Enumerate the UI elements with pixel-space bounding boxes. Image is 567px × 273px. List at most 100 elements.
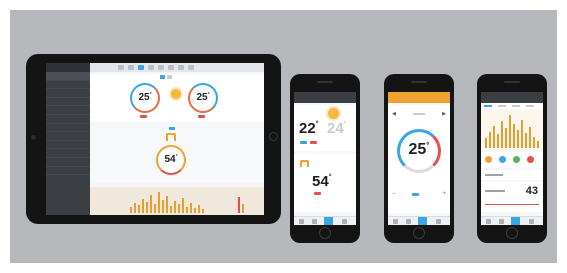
summary-panel: 43 bbox=[481, 182, 543, 212]
mode-toggle[interactable] bbox=[169, 127, 175, 130]
segment-tab[interactable] bbox=[512, 105, 520, 107]
tab-item[interactable] bbox=[486, 219, 491, 224]
toolbar-tab[interactable] bbox=[188, 65, 194, 70]
date-selector[interactable] bbox=[481, 170, 543, 180]
tablet-home-button[interactable] bbox=[269, 132, 278, 141]
tab-item-active[interactable] bbox=[418, 217, 427, 225]
toolbar-tab[interactable] bbox=[128, 65, 134, 70]
tab-item[interactable] bbox=[436, 219, 441, 224]
sidebar-item[interactable] bbox=[46, 158, 90, 167]
chart-bar bbox=[238, 197, 241, 213]
tab-item[interactable] bbox=[393, 219, 398, 224]
phone-home-button[interactable] bbox=[319, 227, 331, 239]
chart-bar bbox=[537, 141, 540, 148]
chart-bar bbox=[497, 134, 500, 148]
summary-label bbox=[485, 190, 505, 192]
sun-icon bbox=[171, 89, 181, 99]
chart-bar bbox=[190, 203, 193, 213]
tab-item[interactable] bbox=[529, 219, 534, 224]
sidebar-item[interactable] bbox=[46, 141, 90, 150]
chart-bar bbox=[154, 204, 157, 213]
top-toolbar bbox=[90, 63, 264, 72]
phone-3-screen: 43 bbox=[481, 92, 543, 225]
device-icon-row bbox=[481, 152, 543, 168]
chart-bar bbox=[521, 120, 524, 148]
chart-bar bbox=[166, 196, 169, 213]
sidebar-item[interactable] bbox=[46, 72, 90, 81]
status-tag bbox=[140, 115, 147, 118]
temp-main: 22° bbox=[299, 120, 319, 137]
next-arrow[interactable]: ▶ bbox=[442, 111, 446, 117]
sidebar-item[interactable] bbox=[46, 132, 90, 141]
main-panel: 25° 25° 54° bbox=[90, 63, 264, 215]
toolbar-tab[interactable] bbox=[158, 65, 164, 70]
status-tag bbox=[300, 141, 307, 144]
chart-bar bbox=[150, 195, 153, 213]
toolbar-tab-active[interactable] bbox=[138, 65, 144, 70]
chart-bar bbox=[493, 126, 496, 148]
chart-bar bbox=[162, 200, 165, 213]
phone-speaker bbox=[504, 81, 520, 83]
mode-label bbox=[413, 113, 425, 115]
prev-arrow[interactable]: ◀ bbox=[392, 111, 396, 117]
water-temperature-dial[interactable]: 54° bbox=[156, 145, 186, 175]
sidebar-item[interactable] bbox=[46, 106, 90, 115]
phone-home-button[interactable] bbox=[506, 227, 518, 239]
eco-icon[interactable] bbox=[513, 156, 520, 163]
tab-item[interactable] bbox=[312, 219, 317, 224]
tab-item[interactable] bbox=[406, 219, 411, 224]
segment-tab-active[interactable] bbox=[484, 105, 492, 107]
phone-1-screen: 22° 24° 54° bbox=[294, 92, 356, 225]
toolbar-tab[interactable] bbox=[148, 65, 154, 70]
tab-item[interactable] bbox=[342, 219, 347, 224]
tab-item-active[interactable] bbox=[324, 217, 333, 225]
heating-icon[interactable] bbox=[485, 156, 492, 163]
toolbar-tab[interactable] bbox=[118, 65, 124, 70]
phone-2-screen: ◀ ▶ 25° − + bbox=[388, 92, 450, 225]
energy-bar-chart bbox=[90, 187, 264, 215]
segment-tabs bbox=[481, 103, 543, 109]
tablet-camera bbox=[31, 135, 36, 140]
chart-bar bbox=[489, 132, 492, 148]
chart-bar bbox=[170, 206, 173, 213]
tab-item[interactable] bbox=[299, 219, 304, 224]
sun-icon bbox=[328, 108, 339, 119]
chart-bar bbox=[242, 204, 245, 213]
sidebar-item[interactable] bbox=[46, 115, 90, 124]
segment-tab[interactable] bbox=[498, 105, 506, 107]
sidebar-item[interactable] bbox=[46, 124, 90, 133]
minus-icon[interactable]: − bbox=[392, 191, 396, 197]
sidebar-item[interactable] bbox=[46, 167, 90, 176]
bottom-tab-bar bbox=[481, 216, 543, 225]
sidebar-item[interactable] bbox=[46, 89, 90, 98]
chart-bar bbox=[130, 207, 133, 213]
phone-home-button[interactable] bbox=[413, 227, 425, 239]
chart-bar bbox=[513, 124, 516, 148]
cooling-icon[interactable] bbox=[499, 156, 506, 163]
temp-secondary: 24° bbox=[327, 120, 347, 137]
tab-item[interactable] bbox=[499, 219, 504, 224]
temperature-dial-right[interactable]: 25° bbox=[188, 83, 218, 113]
toolbar-tab[interactable] bbox=[178, 65, 184, 70]
dial-right-value: 25° bbox=[196, 92, 210, 103]
heating-card: 22° 24° bbox=[294, 105, 356, 151]
chart-bar bbox=[138, 205, 141, 213]
mode-toggle[interactable] bbox=[167, 75, 172, 79]
tap-icon bbox=[166, 133, 176, 141]
sidebar-item[interactable] bbox=[46, 98, 90, 107]
sidebar-item[interactable] bbox=[46, 81, 90, 90]
chart-bar bbox=[142, 199, 145, 213]
toolbar-tab[interactable] bbox=[168, 65, 174, 70]
mode-toggle[interactable] bbox=[160, 75, 165, 79]
tap-icon bbox=[300, 160, 309, 167]
temperature-dial-left[interactable]: 25° bbox=[130, 83, 160, 113]
alert-icon[interactable] bbox=[527, 156, 534, 163]
chart-bar bbox=[174, 201, 177, 213]
sidebar-item[interactable] bbox=[46, 149, 90, 158]
temperature-dial[interactable]: 25° bbox=[397, 129, 441, 173]
plus-icon[interactable]: + bbox=[442, 191, 446, 197]
phone-speaker bbox=[317, 81, 333, 83]
tab-item-active[interactable] bbox=[511, 217, 520, 225]
segment-tab[interactable] bbox=[526, 105, 534, 107]
chart-bar bbox=[509, 115, 512, 148]
